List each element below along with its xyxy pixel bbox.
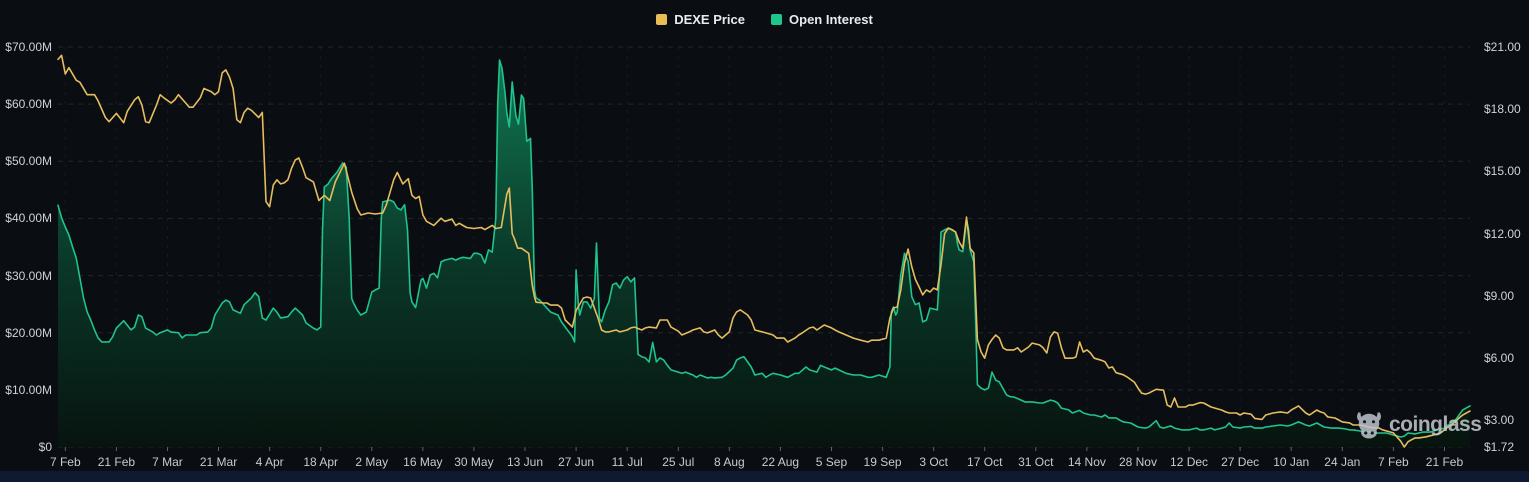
right-axis-labels: $21.00 $18.00 $15.00 $12.00 $9.00 $6.00 $3.00 $… [1482, 0, 1529, 482]
left-axis-tick-label: $70.00M [0, 39, 52, 55]
right-axis-tick-label: $1.72 [1484, 439, 1514, 455]
left-axis-tick-label: $40.00M [0, 210, 52, 226]
left-axis-tick-label: $10.00M [0, 382, 52, 398]
right-axis-tick-label: $9.00 [1484, 288, 1514, 304]
legend-item-dexe-price[interactable]: DEXE Price [656, 12, 745, 27]
right-axis-tick-label: $3.00 [1484, 412, 1514, 428]
legend-swatch [771, 14, 782, 25]
open-interest-chart: DEXE Price Open Interest $70.00M $60.00M $5… [0, 0, 1529, 482]
left-axis-tick-label: $0 [0, 439, 52, 455]
plot-area[interactable] [58, 47, 1470, 447]
left-axis-tick-label: $50.00M [0, 153, 52, 169]
left-axis-tick-label: $60.00M [0, 96, 52, 112]
right-axis-tick-label: $15.00 [1484, 163, 1521, 179]
chart-canvas [58, 47, 1470, 453]
right-axis-tick-label: $21.00 [1484, 39, 1521, 55]
open-interest-area [58, 60, 1470, 447]
bottom-strip [0, 471, 1529, 482]
left-axis-tick-label: $20.00M [0, 325, 52, 341]
right-axis-tick-label: $18.00 [1484, 101, 1521, 117]
right-axis-tick-label: $6.00 [1484, 350, 1514, 366]
legend-label: Open Interest [789, 12, 873, 27]
legend: DEXE Price Open Interest [0, 12, 1529, 27]
legend-item-open-interest[interactable]: Open Interest [771, 12, 873, 27]
legend-swatch [656, 14, 667, 25]
legend-label: DEXE Price [674, 12, 745, 27]
left-axis-tick-label: $30.00M [0, 268, 52, 284]
left-axis-labels: $70.00M $60.00M $50.00M $40.00M $30.00M $20.0… [0, 0, 52, 482]
x-axis-tick-label: 21 Feb [1409, 454, 1479, 470]
right-axis-tick-label: $12.00 [1484, 226, 1521, 242]
